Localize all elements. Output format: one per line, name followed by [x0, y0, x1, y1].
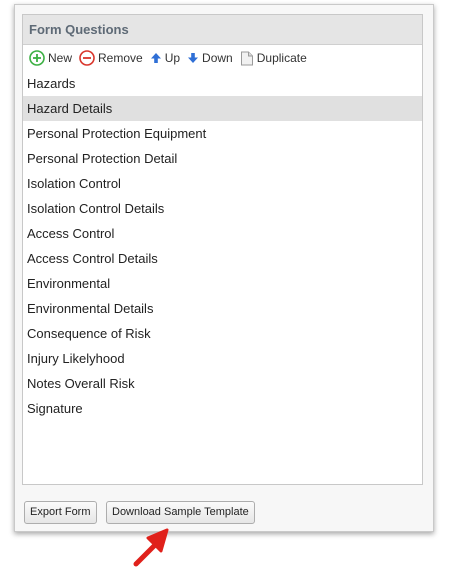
red-callout-arrow	[133, 528, 169, 567]
